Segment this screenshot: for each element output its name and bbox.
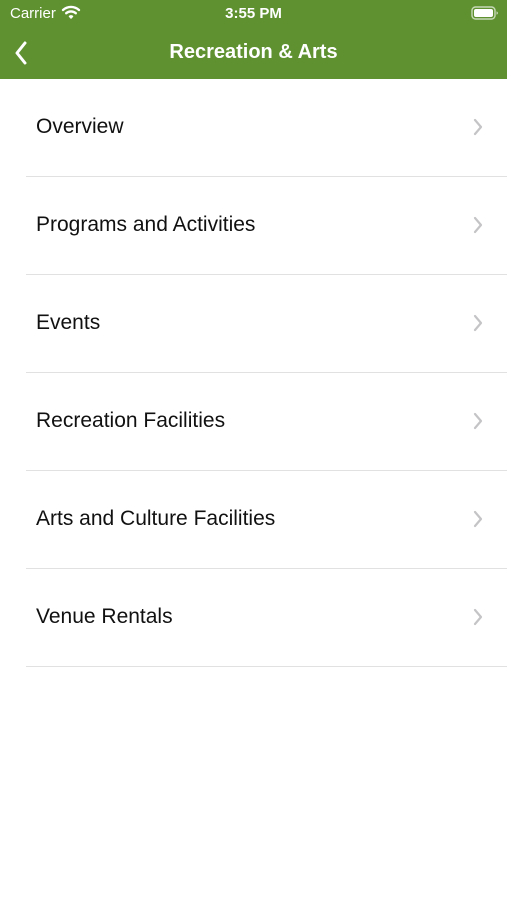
chevron-right-icon bbox=[473, 510, 483, 528]
navigation-bar: Recreation & Arts bbox=[0, 28, 507, 79]
list-item-label: Recreation Facilities bbox=[36, 409, 226, 432]
list-item-recreation-facilities[interactable]: Recreation Facilities bbox=[26, 373, 507, 471]
chevron-right-icon bbox=[473, 412, 483, 430]
list-item-label: Arts and Culture Facilities bbox=[36, 507, 276, 530]
list-item-events[interactable]: Events bbox=[26, 275, 507, 373]
chevron-right-icon bbox=[473, 608, 483, 626]
menu-list: Overview Programs and Activities Events … bbox=[0, 79, 507, 667]
chevron-right-icon bbox=[473, 216, 483, 234]
chevron-right-icon bbox=[473, 314, 483, 332]
list-item-programs-and-activities[interactable]: Programs and Activities bbox=[26, 177, 507, 275]
status-time: 3:55 PM bbox=[225, 5, 282, 22]
status-bar: Carrier 3:55 PM bbox=[0, 0, 507, 28]
list-item-label: Venue Rentals bbox=[36, 605, 173, 628]
list-item-label: Events bbox=[36, 311, 101, 334]
list-item-venue-rentals[interactable]: Venue Rentals bbox=[26, 569, 507, 667]
chevron-right-icon bbox=[473, 118, 483, 136]
app-screen: Carrier 3:55 PM Recreation & Arts Overvi… bbox=[0, 0, 507, 900]
list-item-arts-and-culture-facilities[interactable]: Arts and Culture Facilities bbox=[26, 471, 507, 569]
battery-icon bbox=[471, 5, 499, 21]
list-item-label: Programs and Activities bbox=[36, 213, 256, 236]
header: Carrier 3:55 PM Recreation & Arts bbox=[0, 0, 507, 79]
page-title: Recreation & Arts bbox=[169, 41, 338, 63]
list-item-overview[interactable]: Overview bbox=[26, 79, 507, 177]
list-item-label: Overview bbox=[36, 115, 124, 138]
